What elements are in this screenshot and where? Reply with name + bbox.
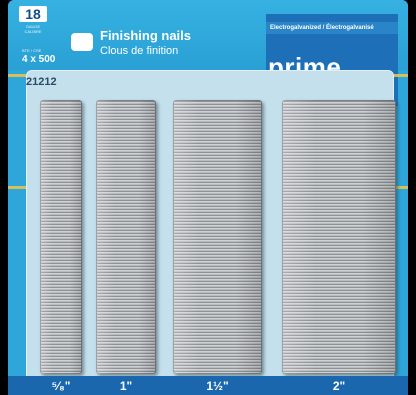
size-label: 1"	[119, 379, 133, 393]
gauge-badge: 18 GAUGE CALIBRE	[16, 6, 50, 46]
nail-strip-5-8	[40, 100, 82, 374]
gauge-number: 18	[19, 6, 47, 22]
decor-stripe	[8, 186, 26, 189]
nail-box-icon	[71, 33, 93, 51]
nail-package: 18 GAUGE CALIBRE BTE / CSE 4 x 500 Finis…	[8, 0, 408, 395]
gauge-label-fr: CALIBRE	[24, 29, 42, 34]
size-label: ⁵⁄₈"	[51, 379, 71, 393]
nail-strip-1	[96, 100, 156, 374]
decor-stripe	[394, 74, 408, 77]
decor-stripe	[8, 74, 26, 77]
count-value: 4 x 500	[22, 54, 56, 65]
item-code: 21212	[26, 76, 57, 88]
nail-strip-2	[282, 100, 396, 374]
product-title-en: Finishing nails	[100, 28, 192, 43]
size-label: 2"	[332, 379, 346, 393]
decor-stripe	[394, 186, 408, 189]
finish-strip: Electrogalvanized / Électrogalvanisé	[266, 22, 398, 34]
count-caption: BTE / CSE	[22, 48, 42, 53]
product-title-fr: Clous de finition	[100, 45, 179, 57]
size-label: 1½"	[206, 379, 229, 393]
nail-strip-1-1-2	[173, 100, 262, 374]
